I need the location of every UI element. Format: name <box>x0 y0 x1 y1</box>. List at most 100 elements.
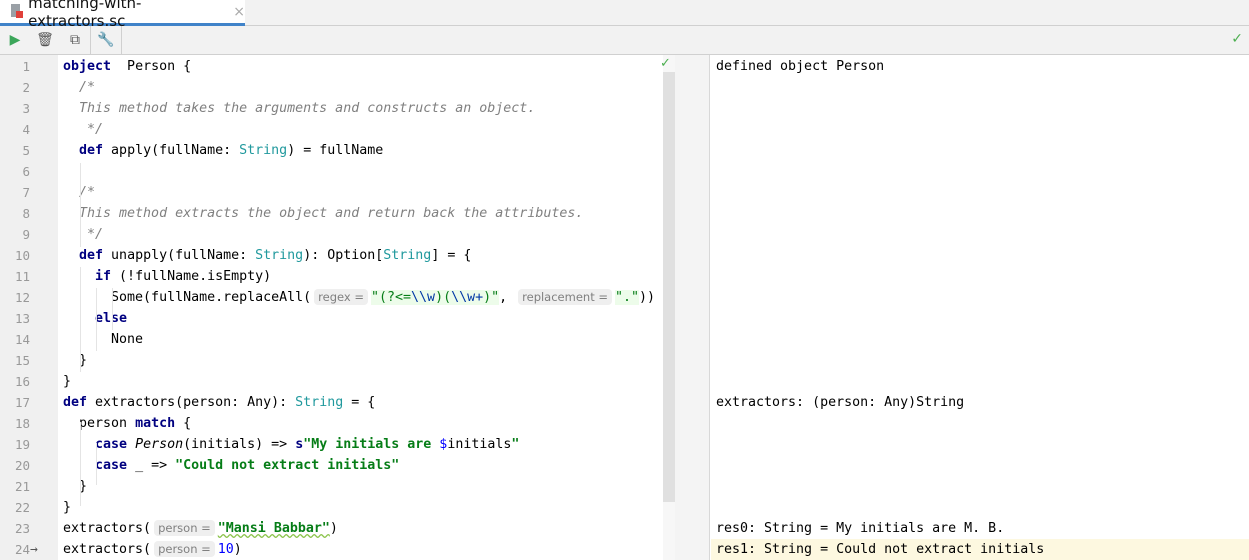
code-token: 10 <box>217 542 234 557</box>
splitter[interactable] <box>675 55 710 560</box>
code-token: "Mansi Babbar" <box>217 521 330 536</box>
code-token: def <box>79 248 104 263</box>
code-token: def <box>63 395 88 410</box>
analysis-ok-icon: ✓ <box>660 56 671 71</box>
indent-guide <box>96 288 97 351</box>
indent-guide <box>96 443 97 485</box>
code-token: (initials) => <box>183 437 296 452</box>
code-token: ] = { <box>431 248 472 263</box>
parameter-hint: replacement = <box>518 289 612 305</box>
copy-icon[interactable]: ⧉ <box>60 26 90 54</box>
line-number: 19 <box>14 437 30 452</box>
code-line[interactable]: /* <box>63 77 95 98</box>
line-number: 17 <box>14 395 30 410</box>
code-token: This method takes the arguments and cons… <box>63 101 536 116</box>
indent-guide <box>80 267 81 372</box>
code-line[interactable]: case Person(initials) => s"My initials a… <box>63 434 519 455</box>
line-number: 10 <box>14 248 30 263</box>
code-token: */ <box>63 227 104 242</box>
code-line[interactable]: person match { <box>63 413 191 434</box>
code-token: )) <box>639 290 656 305</box>
code-line[interactable]: } <box>63 497 71 518</box>
output-line: res1: String = Could not extract initial… <box>711 539 1249 560</box>
code-line[interactable]: */ <box>63 119 103 140</box>
code-line[interactable]: def apply(fullName: String) = fullName <box>63 140 383 161</box>
worksheet-output-panel: defined object Person extractors: (person… <box>711 55 1249 560</box>
code-line[interactable]: None <box>63 329 143 350</box>
code-token: String <box>383 248 432 263</box>
code-token: = { <box>343 395 376 410</box>
code-token: Person { <box>111 59 192 74</box>
code-token: "My initials are <box>303 437 440 452</box>
code-token: def <box>79 143 104 158</box>
line-number: 16 <box>14 374 30 389</box>
indent-guide <box>112 288 113 330</box>
indent-guide <box>80 422 81 506</box>
code-token: initials <box>447 437 512 452</box>
output-line: defined object Person <box>716 59 885 74</box>
code-token: String <box>239 143 288 158</box>
code-token: } <box>63 353 88 368</box>
code-token: extractors( <box>63 542 152 557</box>
code-token: case <box>95 458 128 473</box>
line-number: 18 <box>14 416 30 431</box>
code-token: /* <box>63 80 96 95</box>
code-token: ) <box>233 542 242 557</box>
parameter-hint: regex = <box>314 289 368 305</box>
code-token: "Could not extract initials" <box>175 458 400 473</box>
code-token: "." <box>615 290 640 305</box>
run-icon[interactable]: ▶ <box>0 26 30 54</box>
code-token: extractors( <box>63 521 152 536</box>
tab-matching-with-extractors[interactable]: matching-with-extractors.sc × <box>0 0 245 30</box>
code-token: _ => <box>127 458 176 473</box>
line-number: 7 <box>22 185 30 200</box>
line-number: 6 <box>22 164 30 179</box>
indent-guide <box>80 163 81 247</box>
code-token: person <box>63 416 136 431</box>
code-token: Person <box>127 437 184 452</box>
line-number: 3 <box>22 101 30 116</box>
code-line[interactable]: */ <box>63 224 103 245</box>
code-token: extractors(person: Any): <box>87 395 296 410</box>
trash-icon[interactable]: 🗑 <box>30 26 60 54</box>
code-token: )" <box>483 290 500 305</box>
line-number: 23 <box>14 521 30 536</box>
code-token: \\w <box>411 290 436 305</box>
code-line[interactable]: extractors(person = 10) <box>63 539 242 560</box>
code-line[interactable]: def unapply(fullName: String): Option[St… <box>63 245 471 266</box>
code-token: Some(fullName.replaceAll( <box>63 290 312 305</box>
code-token: } <box>63 500 72 515</box>
code-line[interactable]: def extractors(person: Any): String = { <box>63 392 375 413</box>
line-number: 14 <box>14 332 30 347</box>
code-token: "(?<= <box>371 290 412 305</box>
output-line: extractors: (person: Any)String <box>716 395 965 410</box>
code-line[interactable]: Some(fullName.replaceAll(regex = "(?<=\\w… <box>63 287 655 308</box>
code-line[interactable]: } <box>63 476 87 497</box>
code-line[interactable]: } <box>63 371 71 392</box>
code-line[interactable]: This method extracts the object and retu… <box>63 203 583 224</box>
close-tab-icon[interactable]: × <box>233 4 245 20</box>
line-number: 9 <box>22 227 30 242</box>
line-number: 21 <box>14 479 30 494</box>
code-line[interactable]: extractors(person = "Mansi Babbar") <box>63 518 338 539</box>
line-number: 12 <box>14 290 30 305</box>
code-token: ) <box>329 521 338 536</box>
wrench-icon[interactable]: 🔧 <box>91 26 121 54</box>
code-token: object <box>63 59 112 74</box>
code-line[interactable]: case _ => "Could not extract initials" <box>63 455 399 476</box>
editor-scrollbar-thumb[interactable] <box>663 72 675 502</box>
code-line[interactable]: if (!fullName.isEmpty) <box>63 266 271 287</box>
line-number: 4 <box>22 122 30 137</box>
worksheet-toolbar: ▶ 🗑 ⧉ 🔧 ✓ <box>0 26 1249 55</box>
code-line[interactable]: } <box>63 350 87 371</box>
line-number: 1 <box>22 59 30 74</box>
code-line[interactable]: object Person { <box>63 56 191 77</box>
output-line: res0: String = My initials are M. B. <box>716 521 1005 536</box>
code-line[interactable]: This method takes the arguments and cons… <box>63 98 535 119</box>
line-number: 22 <box>14 500 30 515</box>
code-token: unapply(fullName: <box>103 248 256 263</box>
check-icon: ✓ <box>1231 31 1243 47</box>
code-token: match <box>135 416 176 431</box>
